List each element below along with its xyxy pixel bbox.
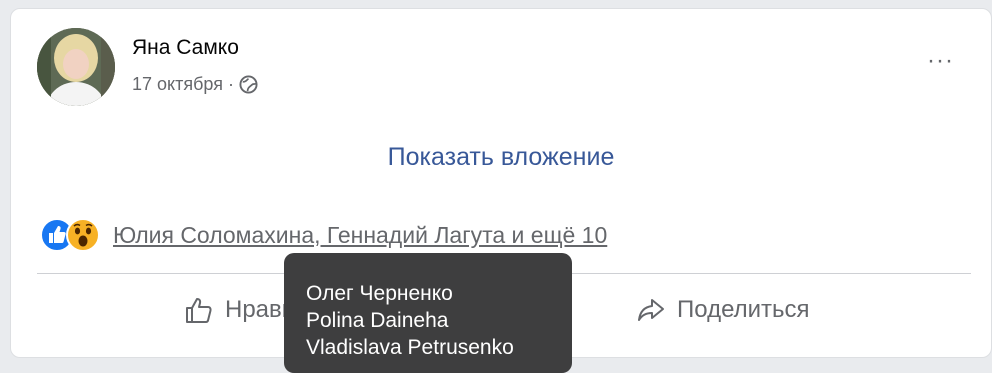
- avatar[interactable]: [37, 28, 115, 106]
- share-button[interactable]: Поделиться: [635, 294, 810, 326]
- more-options-button[interactable]: ···: [927, 49, 954, 73]
- share-arrow-icon: [635, 294, 667, 326]
- wow-reaction-icon: [65, 217, 101, 253]
- meta-separator: ·: [227, 74, 234, 94]
- tooltip-name: Polina Daineha: [306, 309, 449, 332]
- globe-icon[interactable]: [239, 75, 258, 94]
- thumbs-up-icon: [183, 294, 215, 326]
- share-button-label: Поделиться: [677, 296, 810, 323]
- reactions-bar: Юлия Соломахина, Геннадий Лагута и ещё 1…: [39, 217, 607, 253]
- reaction-names-link[interactable]: Юлия Соломахина, Геннадий Лагута и ещё 1…: [113, 222, 607, 249]
- post-date[interactable]: 17 октября: [132, 74, 223, 95]
- reactions-tooltip: Олег Черненко Polina Daineha Vladislava …: [284, 253, 572, 373]
- author-name[interactable]: Яна Самко: [132, 36, 239, 60]
- show-attachment-link[interactable]: Показать вложение: [11, 143, 991, 172]
- tooltip-name: Vladislava Petrusenko: [306, 336, 514, 359]
- post-meta: 17 октября ·: [132, 74, 258, 95]
- tooltip-name: Олег Черненко: [306, 282, 453, 305]
